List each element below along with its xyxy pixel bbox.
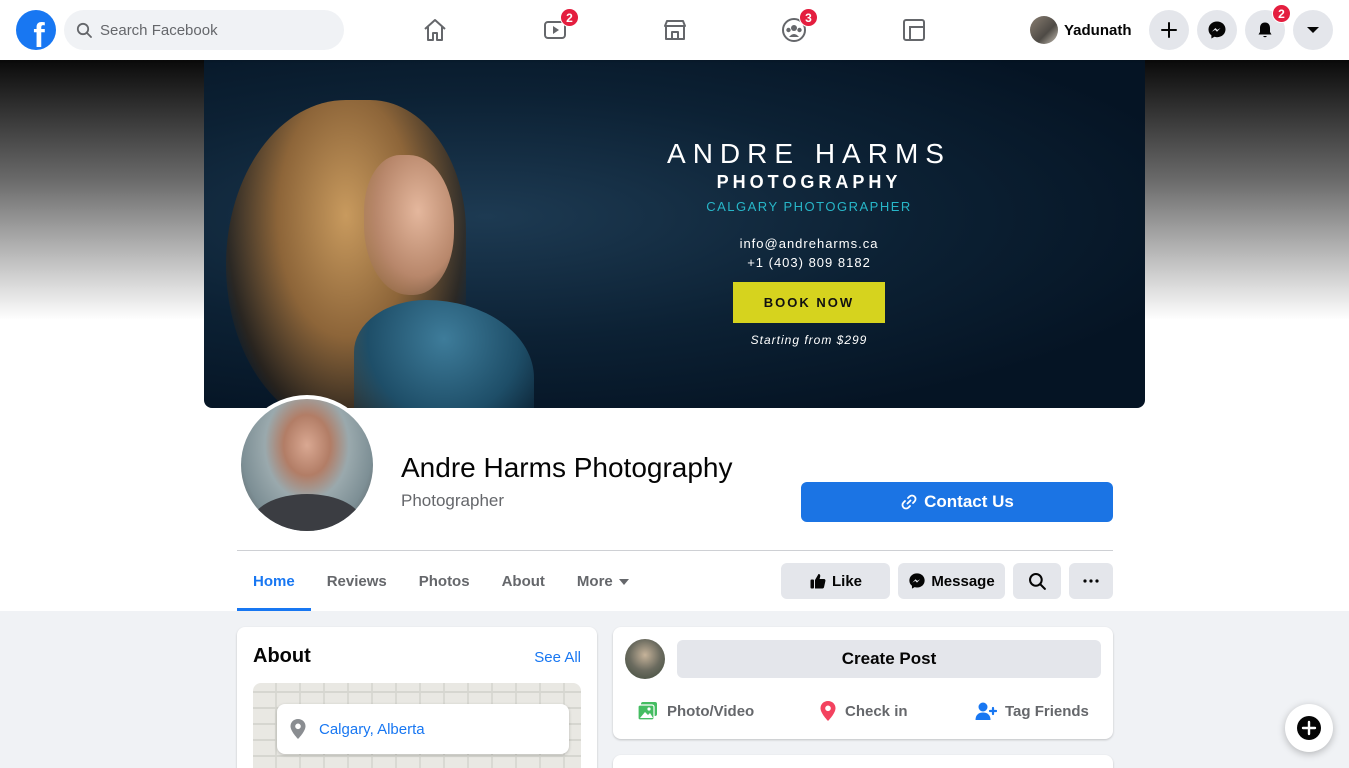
nav-marketplace-tab[interactable] bbox=[620, 0, 730, 60]
page-tabs: Home Reviews Photos About More bbox=[237, 552, 645, 611]
cover-portrait-shirt bbox=[354, 300, 534, 408]
nav-gaming-tab[interactable] bbox=[859, 0, 969, 60]
location-label: Calgary, Alberta bbox=[319, 720, 425, 738]
tab-about[interactable]: About bbox=[486, 552, 561, 611]
avatar bbox=[625, 639, 665, 679]
search-input[interactable] bbox=[100, 21, 320, 39]
messenger-button[interactable] bbox=[1197, 10, 1237, 50]
cover-phone: +1 (403) 809 8182 bbox=[747, 255, 871, 270]
gaming-icon bbox=[903, 19, 925, 41]
tab-reviews[interactable]: Reviews bbox=[311, 552, 403, 611]
contact-us-button[interactable]: Contact Us bbox=[801, 482, 1113, 522]
thumbs-up-icon bbox=[810, 574, 826, 589]
message-label: Message bbox=[931, 572, 995, 590]
profile-picture[interactable] bbox=[237, 395, 377, 535]
location-pin-icon bbox=[290, 719, 306, 739]
account-menu-button[interactable] bbox=[1293, 10, 1333, 50]
like-button[interactable]: Like bbox=[781, 563, 890, 599]
see-all-link[interactable]: See All bbox=[534, 649, 581, 666]
message-button[interactable]: Message bbox=[898, 563, 1005, 599]
caret-down-icon bbox=[1307, 27, 1319, 33]
page-category[interactable]: Photographer bbox=[401, 491, 504, 511]
plus-icon bbox=[1161, 22, 1177, 38]
cover-subtitle: PHOTOGRAPHY bbox=[716, 172, 902, 192]
like-label: Like bbox=[831, 572, 862, 590]
about-title: About bbox=[253, 645, 311, 667]
tab-label: About bbox=[501, 573, 545, 590]
contact-us-label: Contact Us bbox=[924, 492, 1014, 511]
next-post-card bbox=[613, 755, 1113, 768]
create-post-button[interactable]: Create Post bbox=[677, 640, 1101, 678]
page-title: Andre Harms Photography bbox=[401, 452, 733, 483]
cover-title: ANDRE HARMS bbox=[667, 138, 951, 169]
about-card: About See All Calgary, Alberta bbox=[237, 627, 597, 768]
user-name: Yadunath bbox=[1064, 21, 1132, 39]
messenger-icon bbox=[1208, 21, 1226, 39]
marketplace-icon bbox=[664, 20, 686, 40]
tab-home[interactable]: Home bbox=[237, 552, 311, 611]
avatar bbox=[241, 399, 373, 531]
more-options-button[interactable] bbox=[1069, 563, 1113, 599]
photo-video-label: Photo/Video bbox=[667, 702, 755, 720]
watch-badge: 2 bbox=[560, 8, 579, 27]
home-icon bbox=[424, 19, 446, 41]
photo-video-button[interactable]: Photo/Video bbox=[637, 695, 754, 727]
nav-groups-tab[interactable]: 3 bbox=[739, 0, 849, 60]
ellipsis-icon bbox=[1083, 579, 1099, 583]
create-post-card: Create Post Photo/Video Check in Tag Fri… bbox=[613, 627, 1113, 739]
create-button[interactable] bbox=[1149, 10, 1189, 50]
tab-label: Reviews bbox=[326, 573, 387, 590]
location-pin-icon bbox=[820, 701, 836, 721]
profile-shortcut[interactable]: Yadunath bbox=[1024, 12, 1140, 48]
tab-label: More bbox=[576, 573, 613, 590]
tag-friends-icon bbox=[975, 702, 997, 720]
check-in-label: Check in bbox=[845, 702, 908, 720]
notifications-button[interactable]: 2 bbox=[1245, 4, 1291, 50]
photo-icon bbox=[637, 702, 657, 721]
bell-icon bbox=[1258, 22, 1272, 38]
profile-picture-shoulders bbox=[251, 494, 363, 531]
caret-down-icon bbox=[618, 578, 629, 585]
cover-portrait-face bbox=[364, 155, 454, 295]
cover-text-block: ANDRE HARMS PHOTOGRAPHY CALGARY PHOTOGRA… bbox=[644, 138, 974, 347]
search-box[interactable] bbox=[64, 10, 344, 50]
tab-label: Home bbox=[253, 573, 295, 590]
groups-badge: 3 bbox=[799, 8, 818, 27]
location-pill[interactable]: Calgary, Alberta bbox=[277, 704, 569, 754]
search-icon bbox=[76, 22, 92, 38]
cover-price: Starting from $299 bbox=[750, 333, 868, 347]
cover-tagline: CALGARY PHOTOGRAPHER bbox=[706, 199, 912, 214]
compose-plus-icon bbox=[1297, 716, 1321, 740]
cover-book-now-badge: BOOK NOW bbox=[733, 282, 885, 323]
new-message-button[interactable] bbox=[1285, 704, 1333, 752]
tab-label: Photos bbox=[418, 573, 470, 590]
avatar bbox=[1030, 16, 1058, 44]
tab-photos[interactable]: Photos bbox=[403, 552, 486, 611]
cover-photo[interactable]: ANDRE HARMS PHOTOGRAPHY CALGARY PHOTOGRA… bbox=[204, 60, 1145, 408]
messenger-icon bbox=[909, 573, 925, 589]
tab-more[interactable]: More bbox=[561, 552, 645, 611]
cover-email: info@andreharms.ca bbox=[739, 236, 879, 251]
facebook-logo-icon[interactable]: f bbox=[16, 10, 56, 50]
link-icon bbox=[901, 494, 917, 510]
location-map[interactable]: Calgary, Alberta bbox=[253, 683, 581, 768]
nav-home-tab[interactable] bbox=[380, 0, 490, 60]
header-divider bbox=[237, 550, 1113, 551]
tag-friends-button[interactable]: Tag Friends bbox=[975, 695, 1089, 727]
tag-friends-label: Tag Friends bbox=[1005, 702, 1089, 720]
nav-watch-tab[interactable]: 2 bbox=[500, 0, 610, 60]
top-navigation-bar: f 2 3 Yadunath 2 bbox=[0, 0, 1349, 60]
notifications-badge: 2 bbox=[1272, 4, 1291, 23]
search-page-button[interactable] bbox=[1013, 563, 1061, 599]
check-in-button[interactable]: Check in bbox=[819, 695, 908, 727]
search-icon bbox=[1029, 573, 1046, 590]
